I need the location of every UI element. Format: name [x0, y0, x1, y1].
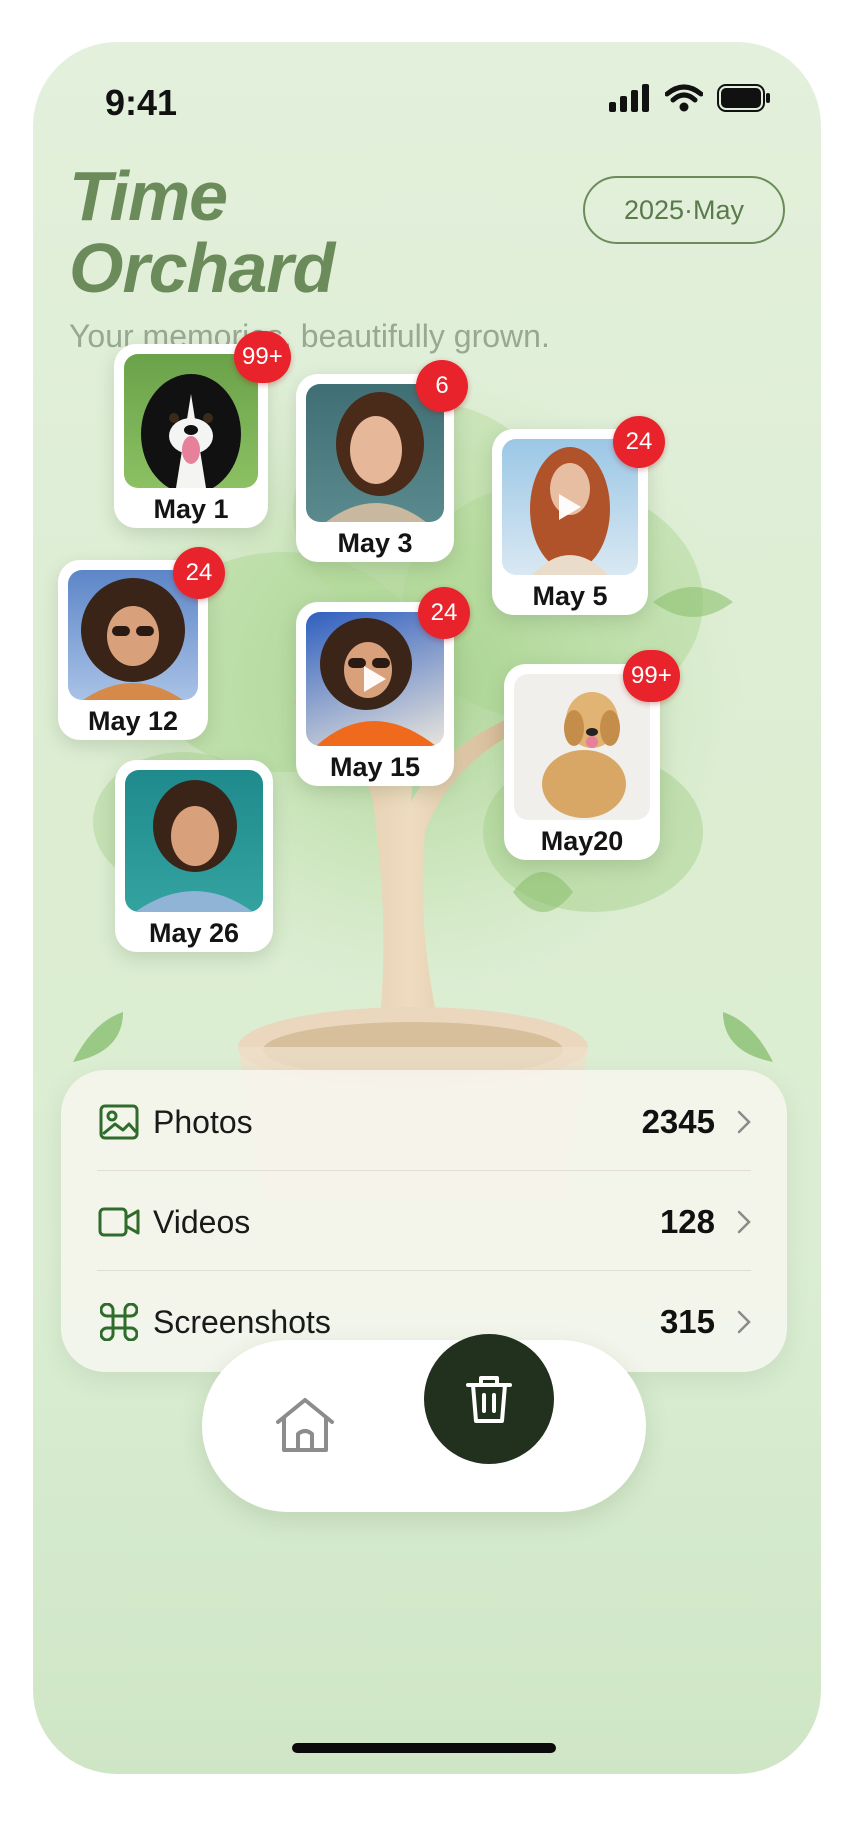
- status-icons: [609, 84, 771, 112]
- chevron-right-icon: [737, 1110, 751, 1134]
- count-badge: 6: [416, 360, 468, 412]
- row-divider: [97, 1270, 751, 1271]
- trash-tab-button[interactable]: [424, 1334, 554, 1464]
- row-label: Photos: [153, 1103, 253, 1140]
- trash-icon: [466, 1376, 512, 1423]
- cellular-signal-icon: [609, 84, 649, 112]
- video-icon: [97, 1200, 141, 1244]
- title-line-2: Orchard: [69, 229, 335, 307]
- count-badge: 24: [173, 547, 225, 599]
- play-icon: [559, 494, 581, 520]
- bottom-nav-bar: [202, 1334, 646, 1512]
- library-summary-panel: Photos 2345 Videos 128 Screenshots 315: [61, 1070, 787, 1372]
- memory-date-label: May 5: [532, 581, 608, 611]
- memory-date-label: May 12: [87, 706, 179, 736]
- image-icon: [97, 1100, 141, 1144]
- memory-date-label: May 3: [337, 528, 413, 558]
- status-bar: 9:41: [33, 42, 821, 162]
- memory-date-label: May20: [540, 826, 624, 856]
- app-screen: 9:41 Time Orchard Your memories, beautif…: [33, 42, 821, 1774]
- chevron-right-icon: [737, 1310, 751, 1334]
- dog-photo: [124, 354, 258, 488]
- play-icon: [364, 666, 386, 692]
- app-title: Time Orchard: [69, 157, 335, 307]
- library-row-photos[interactable]: Photos 2345: [97, 1074, 751, 1170]
- wifi-icon: [665, 84, 703, 112]
- home-indicator: [292, 1743, 556, 1753]
- count-badge: 24: [418, 587, 470, 639]
- memory-date-label: May 1: [153, 494, 229, 524]
- command-icon: [97, 1300, 141, 1344]
- memory-card[interactable]: May 26: [115, 760, 273, 952]
- video-thumbnail: [502, 439, 638, 575]
- home-tab-button[interactable]: [266, 1386, 344, 1464]
- row-label: Videos: [153, 1203, 251, 1240]
- date-selector-button[interactable]: 2025·May: [583, 176, 785, 244]
- status-time: 9:41: [105, 82, 178, 123]
- memory-date-label: May 26: [148, 918, 240, 948]
- row-count: 2345: [641, 1103, 715, 1140]
- home-icon: [276, 1398, 334, 1452]
- portrait-photo: [125, 770, 263, 912]
- count-badge: 99+: [623, 650, 680, 702]
- memory-date-label: May 15: [329, 752, 421, 782]
- library-row-videos[interactable]: Videos 128: [97, 1174, 751, 1270]
- video-thumbnail: [306, 612, 444, 746]
- title-line-1: Time: [69, 157, 228, 235]
- row-divider: [97, 1170, 751, 1171]
- chevron-right-icon: [737, 1210, 751, 1234]
- dog-photo: [514, 674, 650, 820]
- count-badge: 24: [613, 416, 665, 468]
- battery-icon: [717, 84, 770, 112]
- count-badge: 99+: [234, 331, 291, 383]
- row-count: 315: [659, 1303, 715, 1340]
- row-label: Screenshots: [153, 1303, 331, 1340]
- row-count: 128: [659, 1203, 715, 1240]
